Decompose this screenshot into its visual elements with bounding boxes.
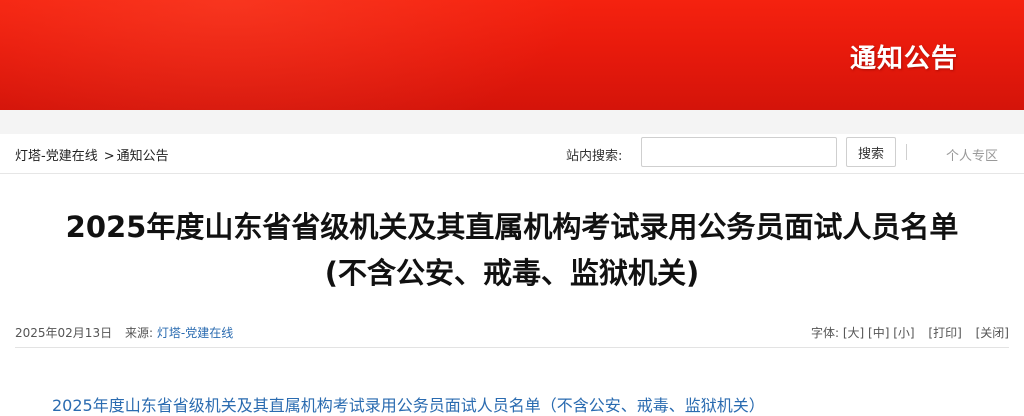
print-button[interactable]: [打印] <box>928 326 961 340</box>
font-small-button[interactable]: [小] <box>893 326 914 340</box>
attachment-link[interactable]: 2025年度山东省省级机关及其直属机构考试录用公务员面试人员名单（不含公安、戒毒… <box>52 392 765 416</box>
breadcrumb: 灯塔-党建在线 > 通知公告 <box>15 145 169 164</box>
top-navbar: 灯塔-党建在线 > 通知公告 站内搜索: 搜索 个人专区 <box>0 134 1024 174</box>
breadcrumb-separator: > <box>103 149 115 164</box>
close-button[interactable]: [关闭] <box>976 326 1009 340</box>
font-medium-button[interactable]: [中] <box>868 326 889 340</box>
header-band <box>0 110 1024 134</box>
article-title: 2025年度山东省省级机关及其直属机构考试录用公务员面试人员名单 (不含公安、戒… <box>0 204 1024 296</box>
banner-title: 通知公告 <box>849 44 958 74</box>
meta-divider <box>15 347 1009 348</box>
nav-divider <box>906 144 907 160</box>
publish-date: 2025年02月13日 <box>15 326 113 340</box>
search-button[interactable]: 搜索 <box>846 137 896 167</box>
breadcrumb-current-link[interactable]: 通知公告 <box>117 145 169 164</box>
font-size-label: 字体: <box>810 326 839 340</box>
article-title-line1: 2025年度山东省省级机关及其直属机构考试录用公务员面试人员名单 <box>65 210 959 244</box>
article-source: 来源: 灯塔-党建在线 <box>125 324 233 341</box>
search-input[interactable] <box>641 137 837 167</box>
source-link[interactable]: 灯塔-党建在线 <box>157 326 233 340</box>
source-label: 来源: <box>125 326 154 340</box>
article-title-line2: (不含公安、戒毒、监狱机关) <box>324 256 700 290</box>
header-banner: 通知公告 <box>0 0 1024 110</box>
search-label: 站内搜索: <box>566 149 623 164</box>
article-tools: 字体: [大] [中] [小] [打印] [关闭] <box>811 324 1009 341</box>
breadcrumb-home-link[interactable]: 灯塔-党建在线 <box>15 145 98 164</box>
font-large-button[interactable]: [大] <box>843 326 864 340</box>
article-meta: 2025年02月13日 来源: 灯塔-党建在线 字体: [大] [中] [小] … <box>15 324 1009 340</box>
personal-area-link[interactable]: 个人专区 <box>946 145 998 164</box>
